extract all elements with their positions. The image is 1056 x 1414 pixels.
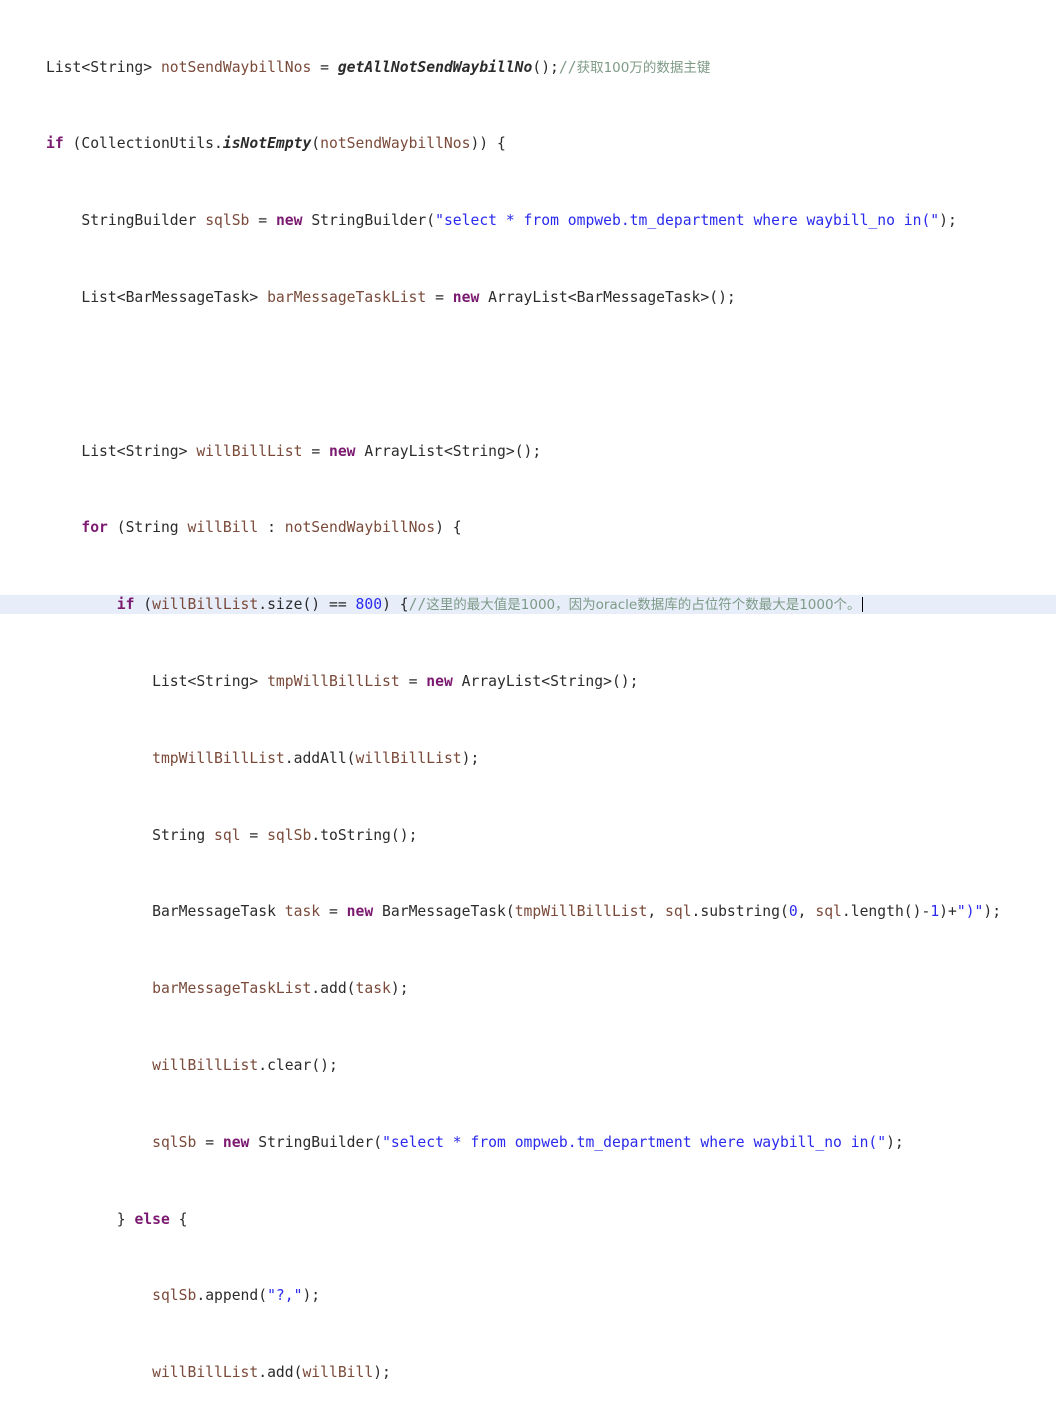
inline-comment: //这里的最大值是1000，因为oracle数据库的占位符个数最大是1000个。: [408, 596, 861, 614]
code-line[interactable]: sqlSb.append("?,");: [0, 1286, 1056, 1305]
code-line[interactable]: List<BarMessageTask> barMessageTaskList …: [0, 288, 1056, 307]
code-line[interactable]: willBillList.add(willBill);: [0, 1363, 1056, 1382]
code-text-area[interactable]: List<String> notSendWaybillNos = getAllN…: [0, 0, 1056, 1381]
code-line[interactable]: barMessageTaskList.add(task);: [0, 979, 1056, 998]
code-line-active[interactable]: if (willBillList.size() == 800) {//这里的最大…: [0, 595, 1056, 615]
code-line[interactable]: if (CollectionUtils.isNotEmpty(notSendWa…: [0, 134, 1056, 153]
code-line[interactable]: willBillList.clear();: [0, 1056, 1056, 1075]
code-line[interactable]: List<String> willBillList = new ArrayLis…: [0, 442, 1056, 461]
code-line[interactable]: StringBuilder sqlSb = new StringBuilder(…: [0, 211, 1056, 230]
code-line[interactable]: sqlSb = new StringBuilder("select * from…: [0, 1133, 1056, 1152]
code-line[interactable]: tmpWillBillList.addAll(willBillList);: [0, 749, 1056, 768]
code-line[interactable]: List<String> notSendWaybillNos = getAllN…: [0, 58, 1056, 77]
inline-comment: //获取100万的数据主键: [558, 58, 711, 76]
code-line[interactable]: BarMessageTask task = new BarMessageTask…: [0, 902, 1056, 921]
code-line-empty[interactable]: [0, 365, 1056, 384]
code-line[interactable]: for (String willBill : notSendWaybillNos…: [0, 518, 1056, 537]
code-editor[interactable]: List<String> notSendWaybillNos = getAllN…: [0, 0, 1056, 1381]
code-line[interactable]: String sql = sqlSb.toString();: [0, 826, 1056, 845]
code-line[interactable]: } else {: [0, 1210, 1056, 1229]
code-line[interactable]: List<String> tmpWillBillList = new Array…: [0, 672, 1056, 691]
text-caret: [861, 597, 863, 613]
